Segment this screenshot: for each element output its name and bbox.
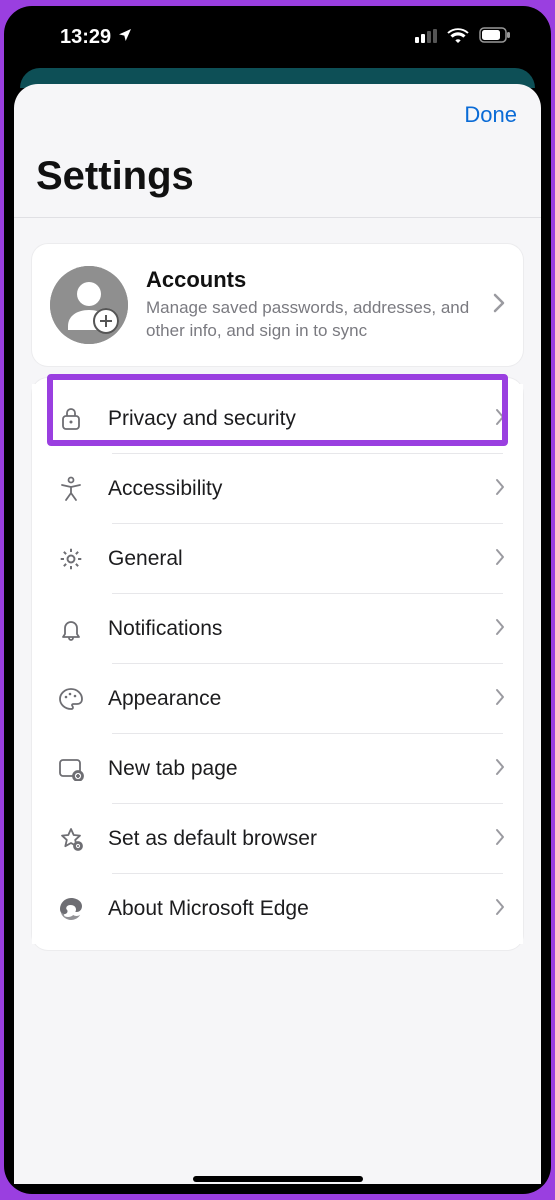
row-default-browser[interactable]: Set as default browser (32, 804, 523, 874)
chevron-right-icon (495, 828, 505, 851)
status-time: 13:29 (60, 26, 111, 49)
row-label: Appearance (108, 687, 475, 711)
row-label: Set as default browser (108, 827, 475, 851)
battery-icon (479, 26, 511, 49)
accounts-subtitle: Manage saved passwords, addresses, and o… (146, 297, 475, 343)
wifi-icon (447, 26, 469, 49)
row-label: General (108, 547, 475, 571)
row-accessibility[interactable]: Accessibility (32, 454, 523, 524)
settings-list: Privacy and security Accessibility (32, 378, 523, 950)
row-label: About Microsoft Edge (108, 897, 475, 921)
row-about-edge[interactable]: About Microsoft Edge (32, 874, 523, 944)
screen: 13:29 (4, 6, 551, 1194)
accounts-card[interactable]: Accounts Manage saved passwords, address… (32, 244, 523, 366)
settings-sheet: Done Settings (14, 84, 541, 1184)
location-icon (117, 26, 133, 49)
bell-icon (54, 616, 88, 642)
chevron-right-icon (495, 758, 505, 781)
chevron-right-icon (495, 688, 505, 711)
row-label: Accessibility (108, 477, 475, 501)
star-gear-icon (54, 826, 88, 852)
newtab-icon (54, 757, 88, 781)
lock-icon (54, 406, 88, 432)
edge-icon (54, 896, 88, 922)
row-new-tab-page[interactable]: New tab page (32, 734, 523, 804)
divider (14, 217, 541, 218)
chevron-right-icon (495, 618, 505, 641)
chevron-right-icon (495, 898, 505, 921)
cellular-icon (415, 26, 437, 49)
avatar-icon (50, 266, 128, 344)
row-label: New tab page (108, 757, 475, 781)
row-general[interactable]: General (32, 524, 523, 594)
row-label: Notifications (108, 617, 475, 641)
row-label: Privacy and security (108, 407, 475, 431)
row-notifications[interactable]: Notifications (32, 594, 523, 664)
chevron-right-icon (493, 293, 505, 318)
chevron-right-icon (495, 408, 505, 431)
row-privacy-security[interactable]: Privacy and security (32, 384, 523, 454)
done-button[interactable]: Done (464, 102, 517, 128)
palette-icon (54, 687, 88, 711)
status-bar: 13:29 (4, 6, 551, 68)
row-appearance[interactable]: Appearance (32, 664, 523, 734)
home-indicator[interactable] (193, 1176, 363, 1182)
accessibility-icon (54, 476, 88, 502)
device-frame: 13:29 (0, 0, 555, 1200)
chevron-right-icon (495, 548, 505, 571)
accounts-title: Accounts (146, 267, 475, 293)
page-title: Settings (14, 134, 541, 217)
chevron-right-icon (495, 478, 505, 501)
gear-icon (54, 546, 88, 572)
